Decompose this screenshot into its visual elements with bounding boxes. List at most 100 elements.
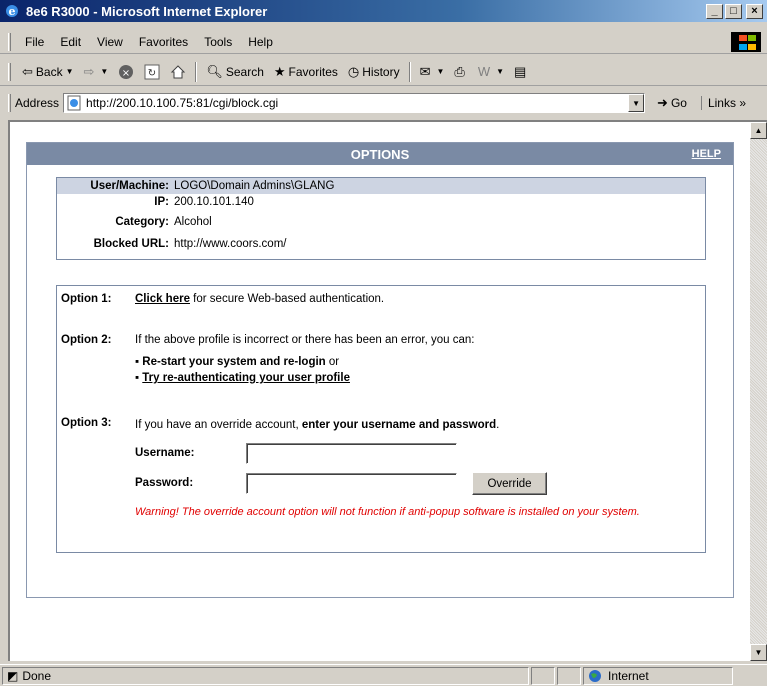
menu-edit[interactable]: Edit — [52, 35, 89, 49]
minimize-button[interactable]: _ — [706, 3, 723, 19]
links-button[interactable]: Links » — [700, 96, 746, 110]
menu-grip — [8, 32, 11, 51]
menu-file[interactable]: File — [17, 35, 52, 49]
category-label: Category: — [115, 215, 169, 228]
vertical-scrollbar[interactable]: ▲ ▼ — [750, 122, 767, 661]
standard-toolbar: ⇦ Back ▼ ⇨ ▼ × ↻ 🔍︎ Search ★ Favorites ◷… — [0, 58, 767, 86]
options-box: Option 1: Click here for secure Web-base… — [56, 285, 706, 553]
favorites-icon: ★ — [273, 63, 286, 79]
click-here-link[interactable]: Click here — [135, 293, 190, 305]
menu-bar: File Edit View Favorites Tools Help — [0, 30, 767, 54]
toolbar-grip — [8, 62, 11, 81]
links-label: Links — [707, 96, 736, 110]
address-bar: Address http://200.10.100.75:81/cgi/bloc… — [0, 90, 767, 116]
help-link[interactable]: HELP — [692, 148, 721, 160]
menu-view[interactable]: View — [89, 35, 131, 49]
address-dropdown-icon[interactable]: ▼ — [628, 94, 645, 112]
option1-description: for secure Web-based authentication. — [189, 293, 385, 305]
window-title: 8e6 R3000 - Microsoft Internet Explorer — [26, 3, 268, 19]
status-progress-cell — [531, 666, 555, 685]
home-icon — [171, 64, 186, 78]
reauthenticate-link[interactable]: Try re-authenticating your user profile — [142, 372, 350, 384]
go-arrow-icon: ➜ — [657, 95, 668, 110]
address-label: Address — [15, 96, 60, 110]
blocked-url-label: Blocked URL: — [93, 238, 169, 250]
info-row-user: User/Machine: LOGO\Domain Admins\GLANG — [57, 178, 705, 194]
option3-intro: If you have an override account, — [135, 419, 302, 431]
discuss-icon: ▤ — [514, 63, 527, 79]
history-icon: ◷ — [347, 63, 360, 79]
ie-logo-icon: e — [6, 5, 18, 18]
favorites-button[interactable]: ★ Favorites — [269, 61, 343, 83]
info-row-category: Category: Alcohol — [57, 210, 705, 233]
options-panel: OPTIONS HELP User/Machine: LOGO\Domain A… — [26, 142, 734, 598]
close-button[interactable]: × — [746, 3, 763, 19]
back-arrow-icon: ⇦ — [22, 63, 33, 79]
chevron-right-icon: » — [739, 96, 746, 110]
ip-value: 200.10.101.140 — [174, 196, 254, 208]
password-input[interactable] — [246, 473, 457, 494]
restart-system-text: Re-start your system and re-login — [142, 356, 326, 368]
maximize-button[interactable]: □ — [725, 3, 742, 19]
svg-text:×: × — [122, 68, 130, 79]
status-security-cell — [557, 666, 581, 685]
go-label: Go — [670, 96, 687, 110]
category-value: Alcohol — [174, 215, 212, 228]
refresh-icon: ↻ — [144, 64, 160, 79]
option2-bullet1: ▪ Re-start your system and re-login or — [135, 356, 339, 368]
override-warning: Warning! The override account option wil… — [135, 506, 640, 518]
menu-favorites[interactable]: Favorites — [131, 35, 196, 49]
forward-button[interactable]: ⇨ ▼ — [79, 61, 114, 83]
history-button[interactable]: ◷ History — [343, 61, 405, 83]
page-viewport: ▲ ▼ OPTIONS HELP User/Machine: LOGO\Doma… — [8, 120, 767, 661]
svg-text:↻: ↻ — [148, 68, 156, 79]
option2-label: Option 2: — [61, 334, 112, 346]
scroll-down-icon[interactable]: ▼ — [750, 644, 767, 661]
search-button[interactable]: 🔍︎ Search — [201, 61, 269, 83]
mail-button[interactable]: ✉ ▼ — [415, 61, 450, 83]
word-edit-icon: W — [477, 64, 491, 79]
mail-dropdown-icon[interactable]: ▼ — [437, 67, 445, 76]
address-url: http://200.10.100.75:81/cgi/block.cgi — [86, 96, 279, 110]
menu-tools[interactable]: Tools — [196, 35, 240, 49]
user-machine-value: LOGO\Domain Admins\GLANG — [174, 180, 335, 192]
address-input[interactable]: http://200.10.100.75:81/cgi/block.cgi ▼ — [63, 93, 646, 113]
print-button[interactable]: ⎙ — [449, 61, 472, 83]
status-zone-cell: Internet — [583, 666, 733, 685]
scroll-up-icon[interactable]: ▲ — [750, 122, 767, 139]
home-button[interactable] — [165, 61, 191, 83]
password-label: Password: — [135, 477, 194, 489]
status-text-cell: ◩ Done — [2, 666, 529, 685]
back-button[interactable]: ⇦ Back ▼ — [17, 61, 79, 83]
options-header: OPTIONS HELP — [27, 143, 733, 165]
user-info-box: User/Machine: LOGO\Domain Admins\GLANG I… — [56, 177, 706, 260]
svg-text:e: e — [9, 5, 16, 18]
edit-button[interactable]: W ▼ — [473, 61, 509, 83]
forward-dropdown-icon[interactable]: ▼ — [100, 67, 108, 76]
discuss-button[interactable]: ▤ — [509, 61, 534, 83]
address-grip — [8, 94, 11, 112]
toolbar-separator — [195, 61, 198, 82]
back-dropdown-icon[interactable]: ▼ — [66, 67, 74, 76]
stop-icon: × — [119, 64, 134, 79]
history-label: History — [362, 64, 400, 79]
forward-arrow-icon: ⇨ — [83, 63, 95, 79]
override-button[interactable]: Override — [472, 472, 547, 495]
menu-help[interactable]: Help — [240, 35, 281, 49]
option2-text: If the above profile is incorrect or the… — [135, 334, 475, 346]
user-machine-label: User/Machine: — [90, 180, 169, 192]
option1-label: Option 1: — [61, 293, 112, 305]
toolbar-separator — [408, 61, 411, 82]
zone-text: Internet — [608, 668, 649, 683]
option3-period: . — [496, 419, 500, 431]
refresh-button[interactable]: ↻ — [139, 61, 165, 83]
option3-text: If you have an override account, enter y… — [135, 419, 499, 431]
print-icon: ⎙ — [454, 63, 465, 79]
stop-button[interactable]: × — [113, 61, 139, 83]
info-row-blocked-url: Blocked URL: http://www.coors.com/ — [57, 233, 705, 255]
info-row-ip: IP: 200.10.101.140 — [57, 194, 705, 210]
go-button[interactable]: ➜ Go — [653, 95, 691, 111]
edit-dropdown-icon[interactable]: ▼ — [496, 67, 504, 76]
username-input[interactable] — [246, 443, 457, 464]
page-done-icon: ◩ — [7, 668, 19, 683]
